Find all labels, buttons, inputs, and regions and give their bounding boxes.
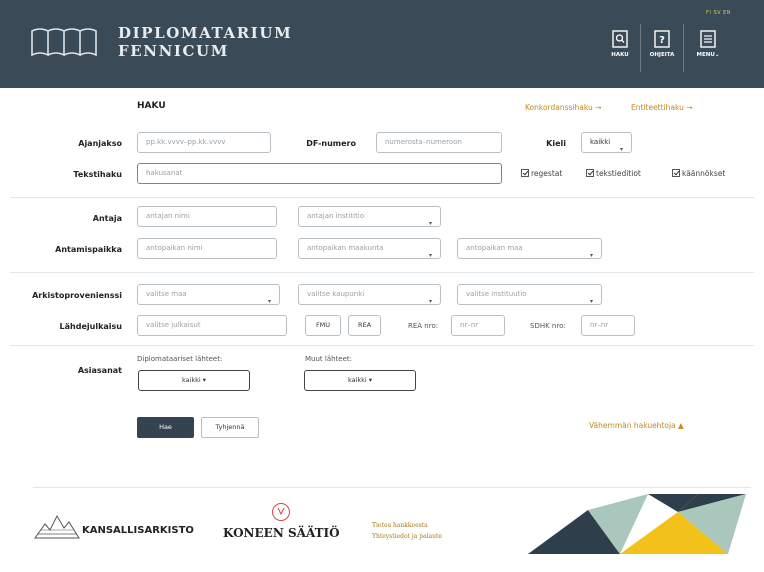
df-number-input[interactable]: numerosta–numeroon <box>376 132 502 153</box>
book-logo-icon[interactable] <box>30 25 100 57</box>
chevron-down-icon: ▾ <box>428 220 432 227</box>
concordance-search-link[interactable]: Konkordanssihaku → <box>525 103 601 112</box>
source-label: Lähdejulkaisu <box>59 322 122 331</box>
checkbox-tekstieditiot[interactable]: tekstieditiot <box>586 169 641 178</box>
section-divider <box>10 345 754 346</box>
place-name-input[interactable]: antopaikan nimi <box>137 238 277 259</box>
sdhk-number-input[interactable]: nr–nr <box>581 315 635 336</box>
site-header: DIPLOMATARIUM FENNICUM FI SV EN HAKU ? O… <box>0 0 764 88</box>
search-icon <box>612 30 628 48</box>
help-icon: ? <box>654 30 670 48</box>
chevron-down-icon: ⌄ <box>714 52 720 58</box>
koneen-saatio-logo-icon <box>272 503 290 521</box>
diplomatic-sources-label: Diplomataariset lähteet: <box>137 355 223 363</box>
chevron-down-icon: ▾ <box>202 376 207 384</box>
search-header-button[interactable]: HAKU <box>605 30 635 70</box>
menu-icon <box>700 30 716 48</box>
language-select[interactable]: kaikki ▾ <box>581 132 632 153</box>
other-sources-label: Muut lähteet: <box>305 355 353 363</box>
fmu-toggle[interactable]: FMU <box>305 315 341 336</box>
header-separator <box>640 24 641 72</box>
search-button[interactable]: Hae <box>137 417 194 438</box>
help-header-button[interactable]: ? OHJEITA <box>647 30 677 70</box>
text-search-input[interactable]: hakusanat <box>137 163 502 184</box>
provenance-country-select[interactable]: valitse maa ▾ <box>137 284 280 305</box>
contact-feedback-link[interactable]: Yhteystiedot ja palaute <box>372 533 442 540</box>
chevron-down-icon: ▾ <box>368 376 373 384</box>
search-title: HAKU <box>137 101 166 111</box>
header-separator <box>683 24 684 72</box>
menu-header-button[interactable]: MENU⌄ <box>693 30 723 70</box>
period-label: Ajanjakso <box>78 139 122 148</box>
language-switcher[interactable]: FI SV EN <box>706 10 731 16</box>
section-divider <box>10 197 754 198</box>
chevron-down-icon: ▾ <box>428 298 432 305</box>
place-region-select[interactable]: antopaikan maakunta ▾ <box>298 238 441 259</box>
checkbox-kaannokset[interactable]: käännökset <box>672 169 725 178</box>
language-label: Kieli <box>546 139 566 148</box>
source-input[interactable]: valitse julkaisut <box>137 315 287 336</box>
clear-button[interactable]: Tyhjennä <box>201 417 259 438</box>
sdhk-number-label: SDHK nro: <box>530 322 566 330</box>
rea-toggle[interactable]: REA <box>348 315 381 336</box>
other-sources-dropdown[interactable]: kaikki ▾ <box>304 370 416 391</box>
provenance-city-select[interactable]: valitse kaupunki ▾ <box>298 284 441 305</box>
text-search-label: Tekstihaku <box>73 170 122 179</box>
diplomatic-sources-dropdown[interactable]: kaikki ▾ <box>138 370 250 391</box>
documents-label: Asiasanat <box>77 366 122 375</box>
df-number-label: DF-numero <box>306 139 356 148</box>
rea-number-label: REA nro: <box>408 322 439 330</box>
issuer-label: Antaja <box>92 214 122 223</box>
koneen-saatio-partner[interactable]: KONEEN SÄÄTIÖ <box>223 526 340 540</box>
chevron-down-icon: ▾ <box>589 298 593 305</box>
entity-search-link[interactable]: Entiteettihaku → <box>631 103 693 112</box>
decorative-triangles <box>528 494 746 554</box>
chevron-down-icon: ▾ <box>267 298 271 305</box>
rea-number-input[interactable]: nr–nr <box>451 315 505 336</box>
issuer-institution-select[interactable]: antajan instititio ▾ <box>298 206 441 227</box>
checkbox-icon <box>672 169 680 177</box>
chevron-down-icon: ▾ <box>428 252 432 259</box>
provenance-institution-select[interactable]: valitse instituutio ▾ <box>457 284 602 305</box>
period-input[interactable]: pp.kk.vvvv–pp.kk.vvvv <box>137 132 271 153</box>
site-title[interactable]: DIPLOMATARIUM FENNICUM <box>118 24 292 60</box>
place-country-select[interactable]: antopaikan maa ▾ <box>457 238 602 259</box>
checkbox-icon <box>521 169 529 177</box>
kansallisarkisto-partner[interactable]: KANSALLISARKISTO <box>82 525 194 536</box>
kansallisarkisto-logo-icon[interactable] <box>33 510 81 540</box>
checkbox-icon <box>586 169 594 177</box>
provenance-label: Arkistoprovenienssi <box>32 291 122 300</box>
chevron-down-icon: ▾ <box>589 252 593 259</box>
issuer-name-input[interactable]: antajan nimi <box>137 206 277 227</box>
footer-divider <box>33 487 751 488</box>
checkbox-regestat[interactable]: regestat <box>521 169 562 178</box>
place-label: Antamispaikka <box>55 245 122 254</box>
section-divider <box>10 272 754 273</box>
project-info-link[interactable]: Tietoa hankkeesta <box>372 522 428 529</box>
chevron-down-icon: ▾ <box>619 146 623 153</box>
svg-text:?: ? <box>659 35 665 46</box>
fewer-options-link[interactable]: Vähemmän hakuehtoja ▲ <box>589 421 684 430</box>
